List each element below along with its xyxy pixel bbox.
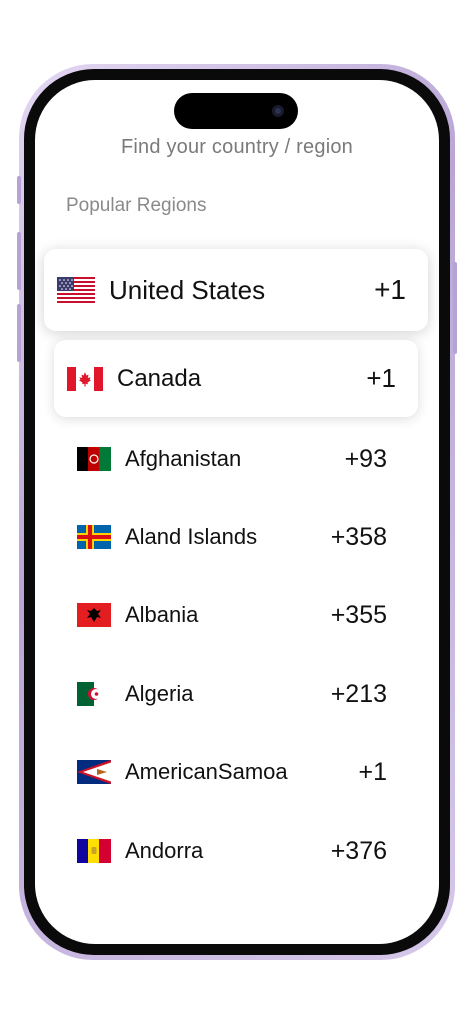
dynamic-island: [174, 93, 298, 129]
ad-flag-icon: [77, 839, 111, 863]
country-item-albania[interactable]: Albania +355: [77, 595, 387, 635]
dial-code: +1: [366, 363, 396, 393]
country-name: Andorra: [125, 838, 204, 863]
dial-code: +376: [330, 836, 387, 865]
dial-code: +1: [358, 757, 387, 786]
country-name: Algeria: [125, 681, 194, 706]
country-name: AmericanSamoa: [125, 759, 288, 784]
screen: Find your country / region Popular Regio…: [35, 80, 439, 944]
us-flag-icon: [57, 277, 95, 303]
volume-down-button: [17, 304, 21, 362]
dial-code: +213: [330, 679, 387, 708]
camera-icon: [272, 105, 284, 117]
al-flag-icon: [77, 603, 111, 627]
as-flag-icon: [77, 760, 111, 784]
power-button: [453, 262, 457, 354]
ax-flag-icon: [77, 525, 111, 549]
volume-up-button: [17, 232, 21, 290]
section-title-popular-regions: Popular Regions: [66, 195, 207, 216]
action-button: [17, 176, 21, 204]
country-item-algeria[interactable]: Algeria +213: [77, 674, 387, 714]
page-title: Find your country / region: [121, 136, 353, 158]
dz-flag-icon: [77, 682, 111, 706]
dial-code: +93: [344, 444, 387, 473]
country-item-american-samoa[interactable]: AmericanSamoa +1: [77, 752, 387, 792]
country-name: United States: [109, 274, 266, 305]
ca-flag-icon: [67, 366, 103, 391]
dial-code: +358: [330, 522, 387, 551]
af-flag-icon: [77, 447, 111, 471]
dial-code: +1: [374, 274, 406, 305]
dial-code: +355: [330, 600, 387, 629]
popular-item-canada[interactable]: Canada +1: [54, 340, 418, 417]
country-name: Aland Islands: [125, 524, 258, 549]
country-name: Canada: [117, 364, 202, 392]
popular-item-united-states[interactable]: United States +1: [44, 249, 428, 331]
country-item-andorra[interactable]: Andorra +376: [77, 831, 387, 871]
country-item-afghanistan[interactable]: Afghanistan +93: [77, 439, 387, 479]
country-item-aland-islands[interactable]: Aland Islands +358: [77, 517, 387, 557]
country-name: Afghanistan: [125, 446, 242, 471]
country-name: Albania: [125, 602, 199, 627]
